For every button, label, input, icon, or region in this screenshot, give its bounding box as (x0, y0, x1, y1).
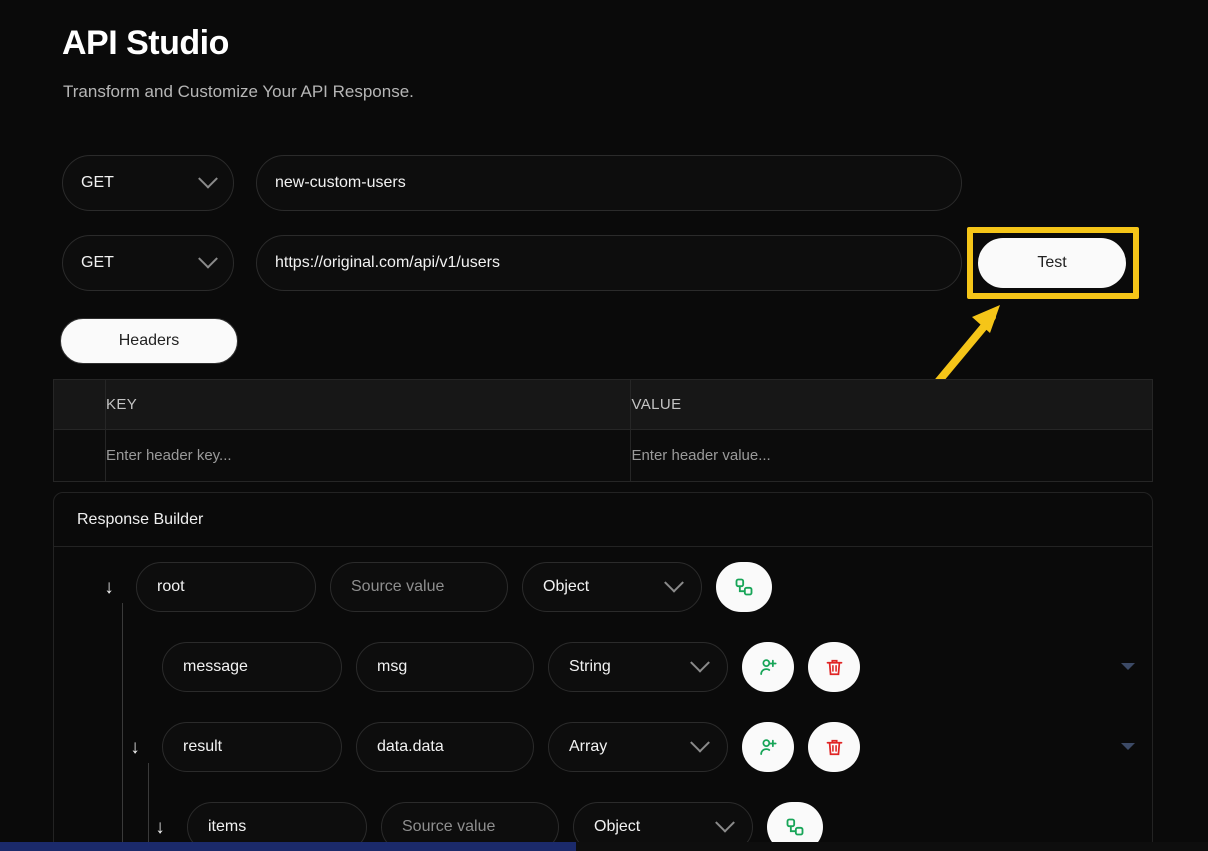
header-key-input[interactable]: Enter header key... (104, 429, 632, 482)
endpoint-name-value: new-custom-users (275, 174, 406, 191)
node-name-input[interactable]: result (162, 722, 342, 772)
method-select-name-value: GET (81, 174, 114, 191)
caret-down-icon[interactable] (1121, 663, 1135, 670)
node-type-value: Object (543, 578, 590, 595)
chevron-down-icon (715, 812, 735, 833)
endpoint-name-input[interactable]: new-custom-users (256, 155, 962, 211)
delete-node-button[interactable] (808, 642, 860, 692)
method-select-url[interactable]: GET (62, 235, 234, 291)
horizontal-scrollbar[interactable] (0, 842, 1208, 851)
node-tree-icon (786, 818, 804, 836)
chevron-down-icon (198, 248, 218, 269)
column-header-handle (53, 379, 106, 430)
add-field-button[interactable] (742, 642, 794, 692)
add-field-icon (759, 658, 777, 675)
node-source-input[interactable]: msg (356, 642, 534, 692)
header-value-input[interactable]: Enter header value... (630, 429, 1153, 482)
delete-node-button[interactable] (808, 722, 860, 772)
node-tree-button[interactable] (716, 562, 772, 612)
column-header-value: VALUE (630, 379, 1153, 430)
row-handle-cell[interactable] (53, 429, 106, 482)
tree-node-root: ↓ root Source value Object (54, 559, 1152, 615)
headers-tab-button[interactable]: Headers (60, 318, 238, 364)
chevron-down-icon (690, 732, 710, 753)
method-select-name[interactable]: GET (62, 155, 234, 211)
table-row: Enter header key... Enter header value..… (53, 429, 1153, 482)
node-type-select[interactable]: Object (522, 562, 702, 612)
chevron-down-icon (198, 168, 218, 189)
arrow-down-icon[interactable]: ↓ (147, 818, 173, 837)
delete-icon (826, 739, 842, 755)
delete-icon (826, 659, 842, 675)
scrollbar-thumb[interactable] (0, 842, 576, 851)
node-type-select[interactable]: String (548, 642, 728, 692)
arrow-down-icon[interactable]: ↓ (122, 738, 148, 757)
node-source-input[interactable]: data.data (356, 722, 534, 772)
origin-url-value: https://original.com/api/v1/users (275, 254, 500, 271)
node-type-value: String (569, 658, 611, 675)
response-builder-title: Response Builder (54, 493, 1152, 547)
chevron-down-icon (664, 572, 684, 593)
page-subtitle: Transform and Customize Your API Respons… (63, 82, 414, 101)
arrow-down-icon[interactable]: ↓ (96, 578, 122, 597)
origin-url-input[interactable]: https://original.com/api/v1/users (256, 235, 962, 291)
response-builder-panel: Response Builder ↓ root Source value Obj… (53, 492, 1153, 851)
node-type-value: Object (594, 818, 641, 835)
tree-node-result: ↓ result data.data Array (54, 719, 1152, 775)
node-name-input[interactable]: message (162, 642, 342, 692)
node-name-input[interactable]: root (136, 562, 316, 612)
api-studio-page: API Studio Transform and Customize Your … (0, 0, 1208, 851)
node-tree-icon (735, 578, 753, 596)
method-select-url-value: GET (81, 254, 114, 271)
response-builder-tree: ↓ root Source value Object message msg S… (54, 547, 1152, 850)
column-header-key: KEY (104, 379, 632, 430)
caret-down-icon[interactable] (1121, 743, 1135, 750)
node-type-value: Array (569, 738, 608, 755)
add-field-icon (759, 738, 777, 755)
node-type-select[interactable]: Array (548, 722, 728, 772)
tree-node-message: message msg String (54, 639, 1152, 695)
headers-table: KEY VALUE Enter header key... Enter head… (53, 379, 1153, 482)
add-field-button[interactable] (742, 722, 794, 772)
page-title: API Studio (62, 24, 229, 62)
chevron-down-icon (690, 652, 710, 673)
test-button[interactable]: Test (978, 238, 1126, 288)
table-header-row: KEY VALUE (53, 379, 1153, 430)
node-source-input[interactable]: Source value (330, 562, 508, 612)
